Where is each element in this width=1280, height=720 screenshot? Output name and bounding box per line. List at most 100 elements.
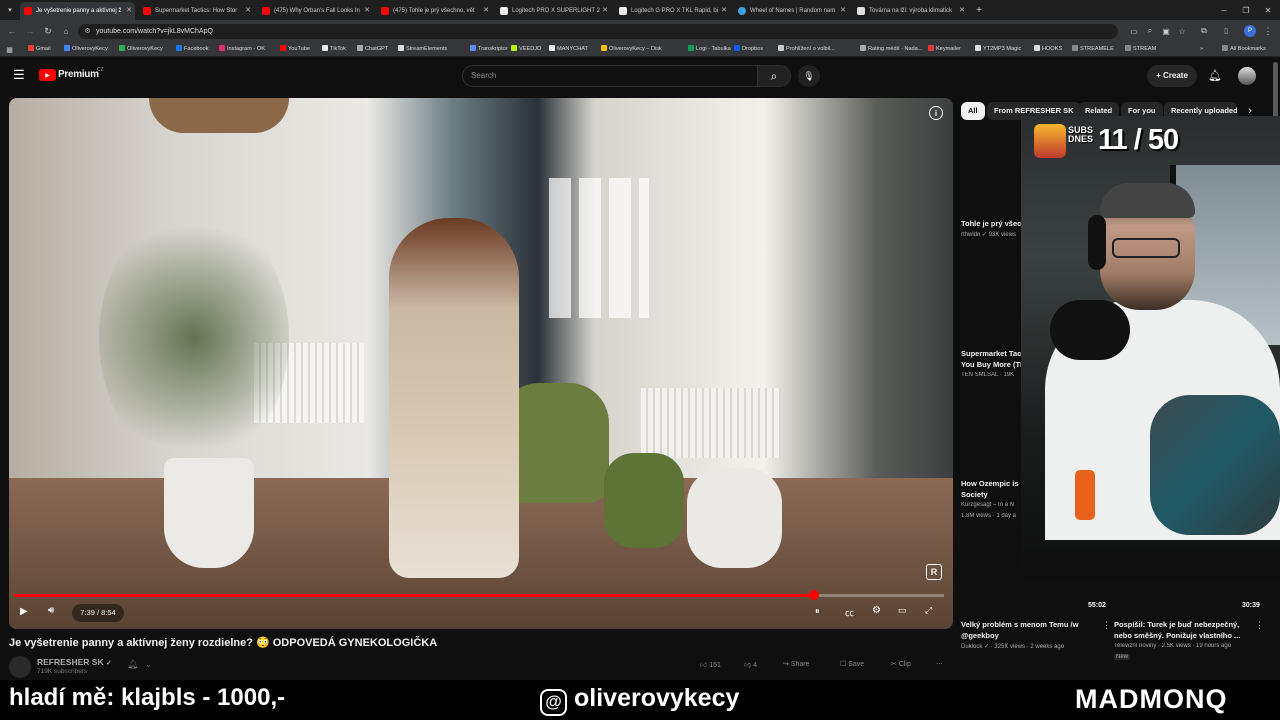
close-icon[interactable]: ✕ (721, 2, 727, 20)
chevron-down-icon[interactable]: ⌄ (145, 660, 152, 669)
bookmark-item[interactable]: YouTube (280, 42, 310, 57)
apps-icon[interactable]: ▦ (5, 45, 14, 54)
close-icon[interactable]: ✕ (245, 2, 251, 20)
bookmark-item[interactable]: VEEDJO (511, 42, 541, 57)
bookmark-item[interactable]: OliverovyKecy – Disk (601, 42, 662, 57)
lower-video-title[interactable]: Velký problém s menom Temu /w (961, 619, 1096, 630)
new-tab-icon[interactable]: + (973, 3, 985, 17)
bookmark-item[interactable]: TikTok (322, 42, 346, 57)
lower-video-title[interactable]: Pospíšil: Turek je buď nebezpečný, (1114, 619, 1254, 630)
maximize-icon[interactable]: ❐ (1240, 3, 1252, 17)
sidebar-video-title[interactable]: Tohle je prý všech (961, 219, 1023, 229)
progress-scrubber-handle[interactable] (808, 590, 819, 600)
more-actions-icon[interactable]: ⋯ (936, 660, 943, 668)
share-button[interactable]: ↪ Share (783, 660, 810, 668)
sidebar-video-title[interactable]: Supermarket Tacti (961, 349, 1023, 359)
back-icon[interactable]: ← (6, 24, 18, 38)
video-player[interactable]: i R (9, 98, 953, 629)
bookmark-item[interactable]: ChatGPT (357, 42, 388, 57)
bookmark-item[interactable]: Instagram - OK (219, 42, 265, 57)
create-button[interactable]: + Create (1147, 65, 1197, 87)
bookmark-item[interactable]: Keymailer (928, 42, 961, 57)
theater-mode-icon[interactable]: ▭ (898, 605, 907, 616)
forward-icon[interactable]: → (24, 24, 36, 38)
page-scrollbar[interactable] (1273, 62, 1278, 122)
account-avatar[interactable] (1238, 67, 1256, 85)
cast-icon[interactable]: ▣ (1160, 24, 1172, 38)
tab-1[interactable]: Je vyšetrenie panny a aktívnej ž ✕ (20, 2, 135, 20)
reload-icon[interactable]: ↻ (42, 24, 54, 38)
bookmark-item[interactable]: MANYCHAT (549, 42, 588, 57)
search-input[interactable]: Search (462, 65, 758, 87)
chip-all[interactable]: All (961, 102, 985, 120)
close-window-icon[interactable]: ✕ (1262, 3, 1274, 17)
profile-avatar-icon[interactable]: P (1244, 25, 1256, 37)
tab-2[interactable]: Supermarket Tactics: How Stor ✕ (139, 2, 254, 20)
autoplay-toggle-icon[interactable]: ⏸ (815, 606, 820, 617)
notification-bell-icon[interactable]: 🔔︎ (127, 659, 138, 670)
zoom-icon[interactable]: ⌕ (1144, 24, 1156, 38)
channel-name[interactable]: REFRESHER SK ✓ (37, 657, 112, 667)
menu-kebab-icon[interactable]: ⋮ (1263, 24, 1273, 38)
sidepanel-icon[interactable]: ▯ (1220, 25, 1232, 37)
voice-search-button[interactable]: 🎙 (798, 65, 820, 87)
close-icon[interactable]: ✕ (959, 2, 965, 20)
tab-5[interactable]: Logitech PRO X SUPERLIGHT 2 ✕ (496, 2, 611, 20)
bookmark-item[interactable]: YT2MP3 Magic (975, 42, 1021, 57)
bookmark-item[interactable]: OliverovyKecy (119, 42, 163, 57)
close-icon[interactable]: ✕ (364, 2, 370, 20)
more-options-icon[interactable]: ⋮ (1102, 620, 1111, 631)
bookmarks-overflow[interactable]: » (1200, 42, 1203, 57)
subtitles-icon[interactable]: ㏄ (845, 606, 854, 619)
bookmark-item[interactable]: HOOKS (1034, 42, 1062, 57)
bookmark-item[interactable]: OliverovyKecy (64, 42, 108, 57)
tab-3[interactable]: (475) Why Orban's Fall Looks In ✕ (258, 2, 373, 20)
all-bookmarks[interactable]: All Bookmarks (1222, 42, 1266, 57)
tab-8[interactable]: Továrna na lži: výroba klimatick ✕ (853, 2, 968, 20)
close-icon[interactable]: ✕ (483, 2, 489, 20)
channel-avatar[interactable] (9, 656, 31, 678)
tab-search-icon[interactable]: ▾ (4, 4, 16, 16)
site-info-icon[interactable]: ⚙ (83, 27, 92, 36)
clip-button[interactable]: ✂ Clip (891, 660, 911, 668)
bookmark-item[interactable]: STREAM (1125, 42, 1156, 57)
tab-4[interactable]: (475) Tohle je prý všechno, vět ✕ (377, 2, 492, 20)
bookmark-item[interactable]: StreamElements (398, 42, 447, 57)
bookmark-item[interactable]: Transkriptor (470, 42, 508, 57)
bookmark-item[interactable]: STREAMELE (1072, 42, 1114, 57)
close-icon[interactable]: ✕ (602, 2, 608, 20)
home-icon[interactable]: ⌂ (60, 24, 72, 38)
tab-7[interactable]: Wheel of Names | Random nam ✕ (734, 2, 849, 20)
url-field[interactable]: ⚙ youtube.com/watch?v=jkL8vMChApQ (78, 24, 1118, 39)
bookmark-item[interactable]: Logi - Tabulka (688, 42, 731, 57)
sponsor-brand: MADMONQ (1075, 684, 1228, 714)
bookmark-item[interactable]: Gmail (28, 42, 51, 57)
play-icon[interactable]: ▶ (20, 606, 28, 617)
save-button[interactable]: ☐ Save (840, 660, 864, 668)
channel-watermark-icon[interactable]: R (926, 564, 942, 580)
info-icon[interactable]: i (929, 106, 943, 120)
bookmark-star-icon[interactable]: ☆ (1176, 24, 1188, 38)
sidebar-video-title[interactable]: How Ozempic is C (961, 479, 1023, 489)
install-icon[interactable]: ▭ (1128, 24, 1140, 38)
settings-gear-icon[interactable]: ⚙ (872, 605, 881, 616)
like-button[interactable]: 👍︎ 151 (700, 660, 721, 669)
lower-video-meta: Duklock ✓ · 325K views · 2 weeks ago (961, 644, 1065, 650)
fullscreen-icon[interactable]: ⤢ (925, 605, 932, 616)
dislike-button[interactable]: 👎︎ 4 (744, 660, 757, 669)
bookmark-item[interactable]: Facebook (176, 42, 209, 57)
hamburger-menu-icon[interactable]: ☰ (12, 67, 26, 82)
browser-tab-strip: ▾ Je vyšetrenie panny a aktívnej ž ✕ Supe… (0, 0, 1280, 20)
more-options-icon[interactable]: ⋮ (1255, 620, 1264, 631)
notifications-bell-icon[interactable]: 🔔︎ (1208, 68, 1222, 82)
search-button[interactable]: ⌕ (757, 65, 791, 87)
close-icon[interactable]: ✕ (840, 2, 846, 20)
volume-icon[interactable]: 🔊︎ (48, 605, 54, 616)
bookmark-item[interactable]: Prohlížení o volbil... (778, 42, 835, 57)
bookmark-item[interactable]: Dropbox (734, 42, 763, 57)
minimize-icon[interactable]: – (1218, 3, 1230, 17)
tab-6[interactable]: Logitech G PRO X TKL Rapid, bi ✕ (615, 2, 730, 20)
close-icon[interactable]: ✕ (126, 2, 132, 20)
bookmark-item[interactable]: Rating médií - Nada... (860, 42, 922, 57)
extensions-icon[interactable]: ⧉ (1198, 24, 1210, 38)
